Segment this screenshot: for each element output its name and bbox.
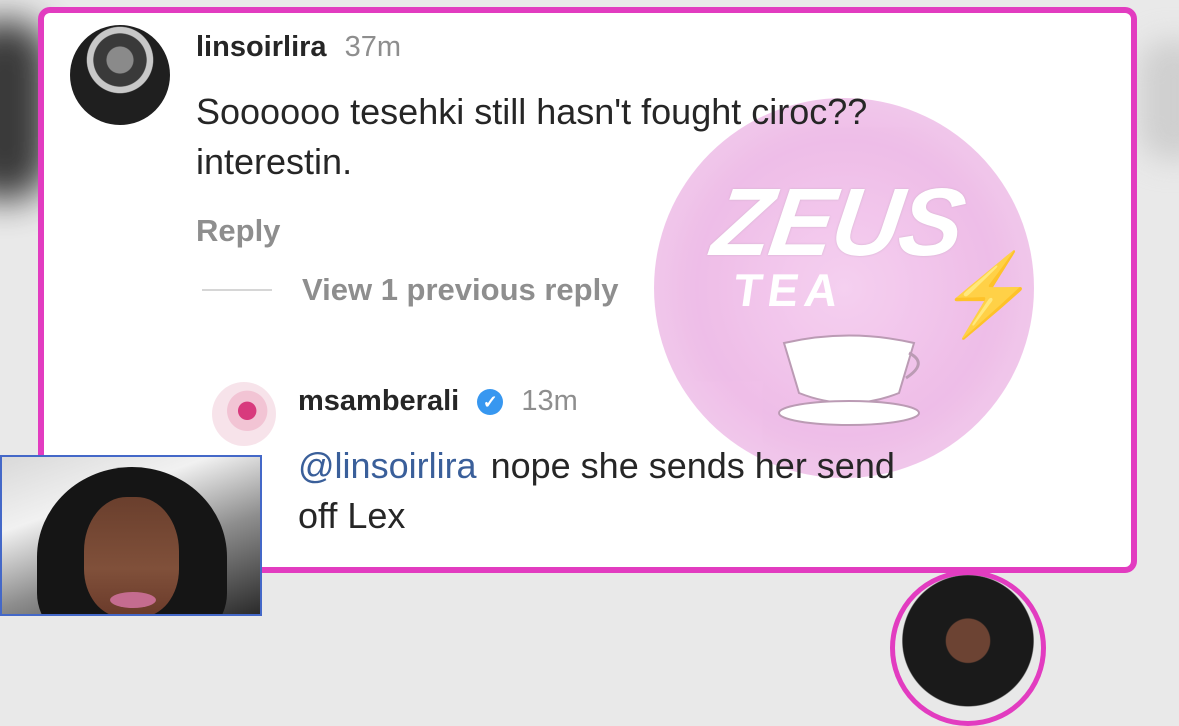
comment-body: Soooooo tesehki still hasn't fought ciro… xyxy=(196,87,867,187)
reply-text-line: off Lex xyxy=(298,495,406,536)
reply-button[interactable]: Reply xyxy=(196,213,280,249)
inset-photo xyxy=(0,455,262,616)
reply-body: @linsoirlira nope she sends her send off … xyxy=(298,441,895,541)
comment-header: linsoirlira 37m xyxy=(196,31,401,64)
reply-username[interactable]: msamberali xyxy=(298,385,459,417)
lightning-icon: ⚡ xyxy=(939,250,1039,339)
comment-timestamp: 37m xyxy=(344,31,402,63)
circular-photo xyxy=(890,570,1046,726)
comment-text-line: interestin. xyxy=(196,141,353,182)
reply-text-line: nope she sends her send xyxy=(490,445,895,486)
reply-header: msamberali ✓ 13m xyxy=(298,385,578,418)
teacup-icon xyxy=(774,333,924,428)
divider-line xyxy=(202,289,272,291)
mention-link[interactable]: @linsoirlira xyxy=(298,445,477,486)
verified-badge-icon: ✓ xyxy=(477,389,504,416)
reply-timestamp: 13m xyxy=(521,385,578,417)
watermark-subtitle: TEA xyxy=(730,264,848,316)
avatar[interactable] xyxy=(70,25,170,125)
view-previous-replies-button[interactable]: View 1 previous reply xyxy=(302,272,618,308)
inset-photo-lips xyxy=(110,592,156,608)
comment-username[interactable]: linsoirlira xyxy=(196,31,327,63)
avatar[interactable] xyxy=(212,382,276,446)
comment-text-line: Soooooo tesehki still hasn't fought ciro… xyxy=(196,91,868,132)
background-blur-right xyxy=(1139,40,1179,160)
